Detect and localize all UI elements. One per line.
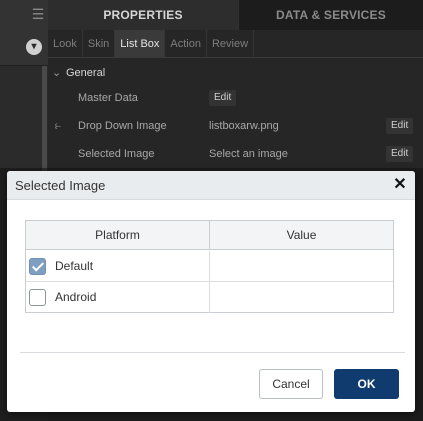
column-header-platform: Platform	[26, 221, 210, 250]
chevron-down-icon: ⌄	[52, 67, 62, 79]
dialog-header: Selected Image ✕	[7, 171, 415, 200]
scrollbar[interactable]	[42, 66, 47, 176]
property-label: Selected Image	[78, 148, 155, 160]
sub-tab-review[interactable]: Review	[207, 29, 255, 58]
table-row: Default	[26, 251, 393, 282]
tab-properties[interactable]: PROPERTIES	[48, 0, 238, 30]
platform-value-table: Platform Value Default Android	[25, 220, 394, 313]
selected-image-dialog: Selected Image ✕ Platform Value Default …	[7, 171, 415, 412]
property-row-selected-image: Selected Image Select an image Edit	[48, 142, 423, 166]
property-value: Select an image	[209, 148, 288, 160]
default-checkbox[interactable]	[29, 258, 46, 275]
properties-sub-tabs: Look Skin List Box Action Review	[48, 29, 423, 58]
ok-button[interactable]: OK	[334, 369, 399, 399]
platform-cell: Default	[26, 251, 210, 282]
table-row: Android	[26, 282, 393, 313]
dialog-title: Selected Image	[15, 178, 106, 193]
table-header: Platform Value	[26, 221, 393, 250]
hamburger-menu-icon[interactable]: ☰	[28, 4, 48, 24]
property-label: Drop Down Image	[78, 120, 167, 132]
drop-down-image-edit-button[interactable]: Edit	[386, 118, 414, 134]
property-label: Master Data	[78, 92, 138, 104]
sub-tab-list-box[interactable]: List Box	[115, 29, 166, 58]
property-value: listboxarw.png	[209, 120, 279, 132]
property-row-master-data: Master Data Edit	[48, 86, 423, 110]
master-data-edit-button[interactable]: Edit	[209, 90, 237, 106]
link-icon: ⥼	[55, 120, 62, 132]
section-title: General	[66, 67, 106, 79]
platform-label: Android	[55, 290, 97, 304]
property-row-drop-down-image: ⥼ Drop Down Image listboxarw.png Edit	[48, 114, 423, 138]
sub-tab-look[interactable]: Look	[48, 29, 83, 58]
section-general-header[interactable]: ⌄ General	[52, 64, 105, 82]
platform-label: Default	[55, 259, 94, 273]
platform-cell: Android	[26, 282, 210, 313]
collapse-chevron-icon[interactable]: ▾	[26, 39, 42, 55]
column-header-value: Value	[286, 228, 317, 242]
cancel-button[interactable]: Cancel	[259, 369, 323, 399]
sub-tab-action[interactable]: Action	[165, 29, 207, 58]
panel-top-tabs: PROPERTIES DATA & SERVICES	[48, 0, 423, 30]
sub-tab-skin[interactable]: Skin	[83, 29, 116, 58]
android-checkbox[interactable]	[29, 289, 46, 306]
tab-data-services[interactable]: DATA & SERVICES	[238, 0, 423, 30]
value-cell-default[interactable]	[210, 251, 393, 282]
selected-image-edit-button[interactable]: Edit	[386, 146, 414, 162]
value-cell-android[interactable]	[210, 282, 393, 313]
close-icon[interactable]: ✕	[391, 176, 409, 194]
dialog-divider	[20, 352, 405, 353]
